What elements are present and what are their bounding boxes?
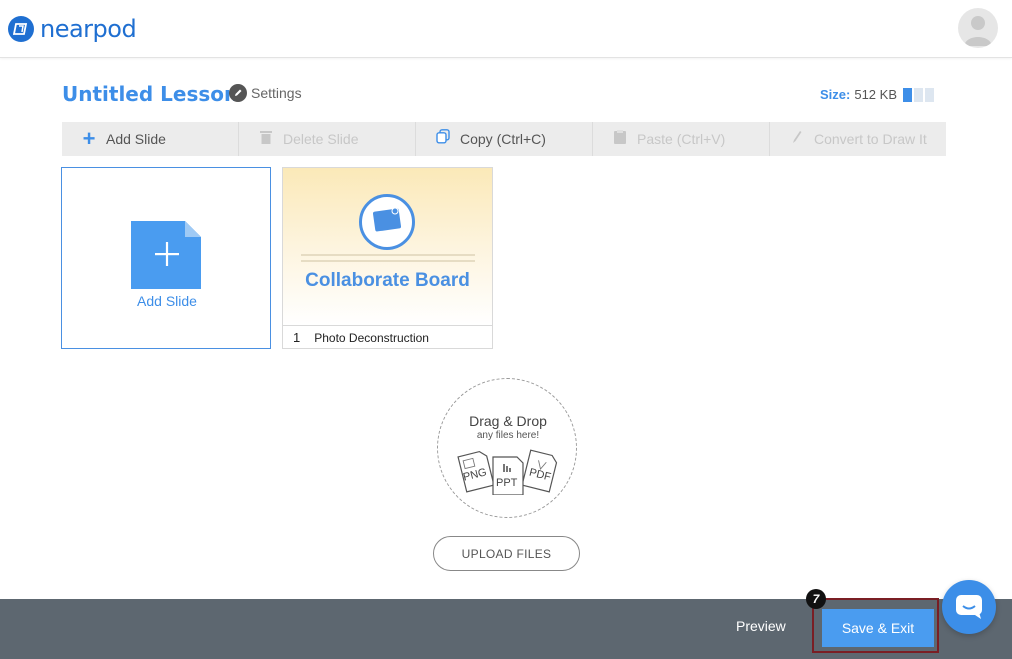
add-slide-card-label: Add Slide (137, 293, 197, 309)
trash-icon (259, 130, 273, 149)
lesson-size: Size: 512 KB (820, 87, 934, 102)
add-slide-label: Add Slide (106, 131, 166, 147)
add-slide-card[interactable]: Add Slide (61, 167, 271, 349)
step-badge: 7 (806, 589, 826, 609)
upload-files-button[interactable]: UPLOAD FILES (433, 536, 580, 571)
lesson-title[interactable]: Untitled Lesson (62, 82, 238, 106)
delete-slide-label: Delete Slide (283, 131, 359, 147)
save-exit-button[interactable]: Save & Exit (822, 609, 934, 647)
paste-button[interactable]: Paste (Ctrl+V) (593, 122, 770, 156)
convert-draw-it-button[interactable]: Convert to Draw It (770, 122, 946, 156)
slide-name: Photo Deconstruction (314, 330, 429, 345)
size-meter (903, 87, 934, 102)
slide-footer: 1 Photo Deconstruction (283, 325, 492, 349)
add-slide-button[interactable]: + Add Slide (62, 122, 239, 156)
drop-zone-subtitle: any files here! (476, 430, 540, 441)
file-type-icons: PNG PPT PDF (456, 445, 560, 496)
copy-label: Copy (Ctrl+C) (460, 131, 546, 147)
collaborate-board-icon (359, 194, 415, 250)
top-bar: nearpod (0, 0, 1012, 58)
preview-button[interactable]: Preview (736, 618, 786, 634)
slide-preview: Collaborate Board (283, 168, 492, 325)
settings-link[interactable]: Settings (229, 84, 302, 102)
pencil-icon (229, 84, 247, 102)
convert-label: Convert to Draw It (814, 131, 927, 147)
drag-drop-zone[interactable]: Drag & Drop any files here! PNG PPT PDF (437, 378, 577, 518)
user-avatar-icon[interactable] (958, 8, 998, 48)
slide-toolbar: + Add Slide Delete Slide Copy (Ctrl+C) P… (62, 122, 946, 156)
size-meter-segment (914, 87, 923, 102)
logo-icon (8, 16, 34, 42)
delete-slide-button[interactable]: Delete Slide (239, 122, 416, 156)
slide-number: 1 (293, 330, 301, 345)
pencil-icon (790, 130, 804, 149)
copy-icon (436, 129, 450, 149)
chat-support-icon[interactable] (942, 580, 996, 634)
size-meter-segment (925, 87, 934, 102)
size-meter-segment (903, 87, 912, 102)
slide-thumb-title: Collaborate Board (305, 270, 470, 291)
add-document-icon (131, 221, 201, 289)
plus-icon: + (82, 126, 96, 151)
slide-thumbnail[interactable]: Collaborate Board 1 Photo Deconstruction (282, 167, 493, 349)
size-value: 512 KB (854, 87, 897, 102)
nearpod-logo[interactable]: nearpod (8, 14, 137, 44)
size-label: Size: (820, 87, 851, 102)
brand-name: nearpod (40, 15, 137, 43)
settings-label: Settings (251, 85, 302, 101)
thumb-text-lines (301, 254, 475, 266)
ppt-file-label: PPT (496, 477, 518, 489)
copy-button[interactable]: Copy (Ctrl+C) (416, 122, 593, 156)
drop-zone-title: Drag & Drop (469, 413, 547, 429)
paste-label: Paste (Ctrl+V) (637, 131, 726, 147)
paste-icon (613, 129, 627, 149)
